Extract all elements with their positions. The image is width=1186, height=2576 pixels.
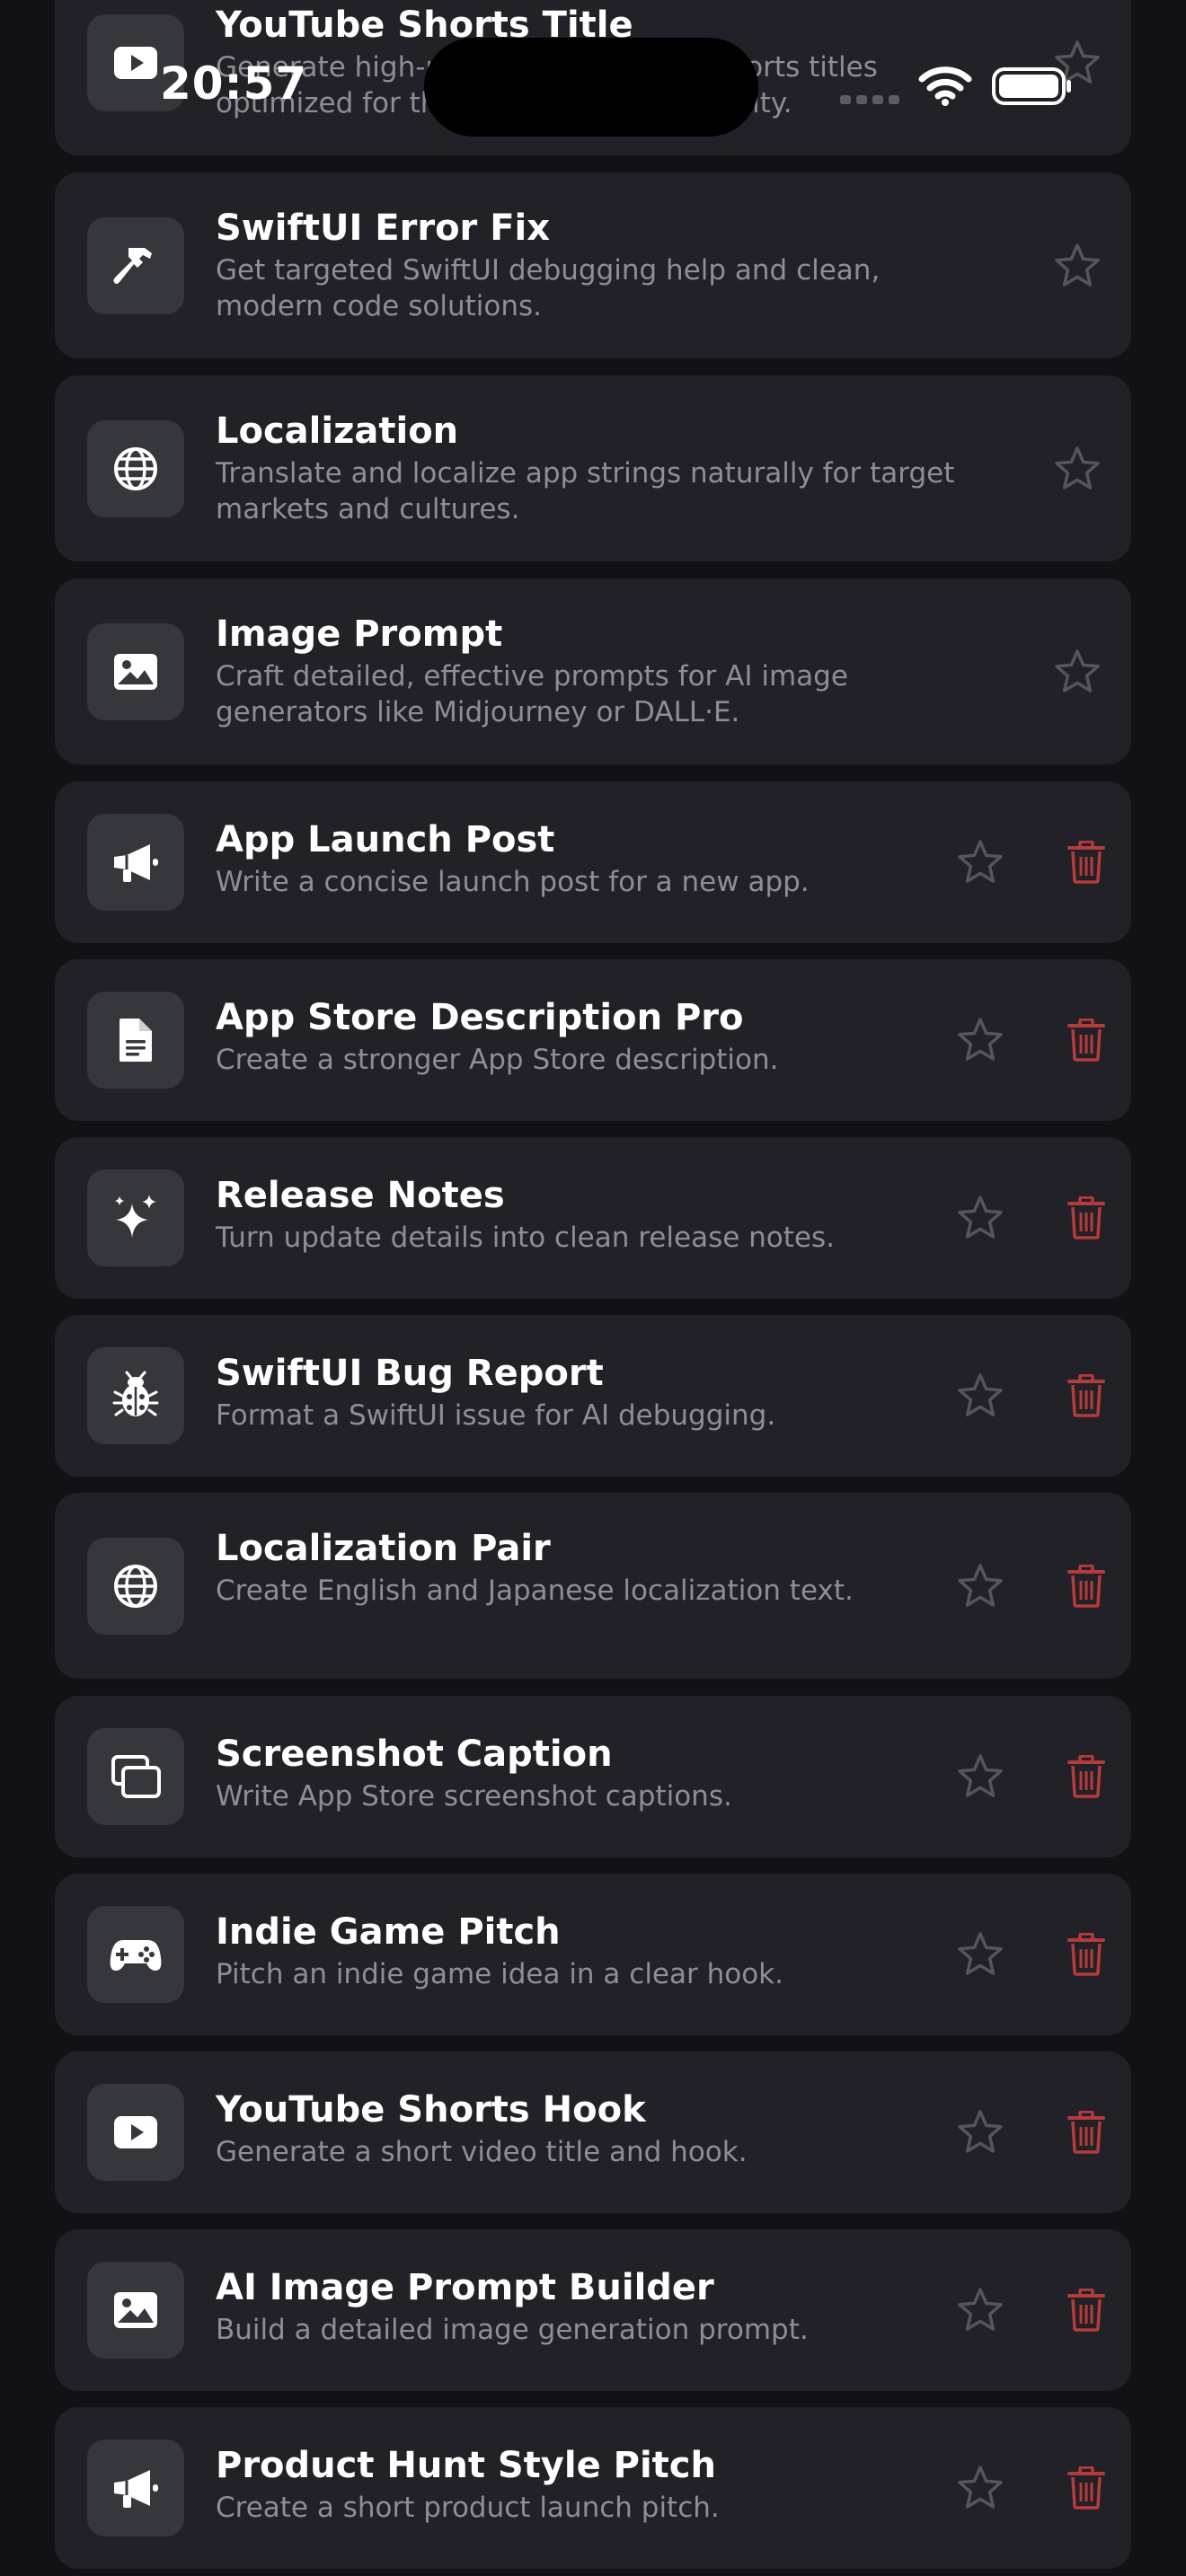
favorite-star-icon[interactable] bbox=[1053, 648, 1102, 696]
favorite-star-icon[interactable] bbox=[956, 838, 1005, 887]
card-title: Localization bbox=[216, 410, 459, 452]
card-text: Localization Pair Create English and Japa… bbox=[216, 1526, 916, 1609]
favorite-star-icon[interactable] bbox=[956, 1930, 1005, 1979]
globe-icon bbox=[87, 1537, 184, 1635]
card-description: Create a short product launch pitch. bbox=[216, 2492, 720, 2524]
delete-trash-icon[interactable] bbox=[1067, 1754, 1106, 1798]
dynamic-island bbox=[424, 38, 758, 137]
template-card[interactable]: App Store Description Pro Create a strong… bbox=[55, 959, 1131, 1121]
play-rectangle-icon bbox=[87, 2084, 184, 2181]
card-title: AI Image Prompt Builder bbox=[216, 2267, 714, 2308]
card-text: SwiftUI Bug Report Format a SwiftUI issue… bbox=[216, 1351, 916, 1434]
card-title: Indie Game Pitch bbox=[216, 1911, 561, 1953]
card-text: AI Image Prompt Builder Build a detailed … bbox=[216, 2265, 916, 2348]
card-text: Release Notes Turn update details into cl… bbox=[216, 1173, 916, 1256]
cellular-signal-icon bbox=[840, 95, 899, 104]
card-description: Create English and Japanese localization… bbox=[216, 1575, 854, 1607]
ladybug-icon bbox=[87, 1347, 184, 1444]
card-text: App Store Description Pro Create a strong… bbox=[216, 995, 916, 1078]
delete-trash-icon[interactable] bbox=[1067, 1018, 1106, 1062]
card-text: Image Prompt Craft detailed, effective pr… bbox=[216, 612, 987, 730]
status-time: 20:57 bbox=[160, 57, 308, 110]
card-title: App Store Description Pro bbox=[216, 997, 744, 1038]
card-text: YouTube Shorts Hook Generate a short vide… bbox=[216, 2087, 916, 2170]
card-title: Screenshot Caption bbox=[216, 1734, 613, 1775]
card-text: Screenshot Caption Write App Store screen… bbox=[216, 1732, 916, 1814]
favorite-star-icon[interactable] bbox=[956, 2464, 1005, 2512]
template-card[interactable]: YouTube Shorts Hook Generate a short vide… bbox=[55, 2051, 1131, 2213]
delete-trash-icon[interactable] bbox=[1067, 1563, 1106, 1608]
card-title: App Launch Post bbox=[216, 819, 555, 860]
megaphone-icon bbox=[87, 2439, 184, 2536]
screenshot-stack-icon bbox=[87, 1728, 184, 1825]
favorite-star-icon[interactable] bbox=[956, 1372, 1005, 1420]
photo-icon bbox=[87, 2262, 184, 2359]
photo-icon bbox=[87, 622, 184, 720]
card-title: YouTube Shorts Hook bbox=[216, 2089, 646, 2130]
template-card[interactable]: Localization Translate and localize app s… bbox=[55, 375, 1131, 561]
card-title: Image Prompt bbox=[216, 613, 503, 655]
screen: YouTube Shorts TitleGenerate high-perfor… bbox=[0, 0, 1186, 2576]
card-description: Craft detailed, effective prompts for AI… bbox=[216, 660, 848, 728]
favorite-star-icon[interactable] bbox=[1053, 445, 1102, 493]
hammer-icon bbox=[87, 216, 184, 314]
favorite-star-icon[interactable] bbox=[956, 2286, 1005, 2334]
battery-icon bbox=[992, 67, 1071, 105]
card-title: Localization Pair bbox=[216, 1528, 551, 1569]
globe-icon bbox=[87, 419, 184, 517]
template-card[interactable]: Localization Pair Create English and Japa… bbox=[55, 1493, 1131, 1679]
delete-trash-icon[interactable] bbox=[1067, 2288, 1106, 2332]
card-description: Turn update details into clean release n… bbox=[216, 1222, 835, 1254]
favorite-star-icon[interactable] bbox=[956, 1752, 1005, 1801]
template-card[interactable]: Product Hunt Style Pitch Create a short p… bbox=[55, 2407, 1131, 2569]
template-card[interactable]: SwiftUI Error Fix Get targeted SwiftUI de… bbox=[55, 172, 1131, 358]
gamecontroller-icon bbox=[87, 1906, 184, 2003]
wifi-icon bbox=[918, 66, 972, 106]
favorite-star-icon[interactable] bbox=[1053, 242, 1102, 290]
card-description: Write App Store screenshot captions. bbox=[216, 1780, 732, 1813]
delete-trash-icon[interactable] bbox=[1067, 840, 1106, 884]
card-description: Generate a short video title and hook. bbox=[216, 2136, 748, 2168]
delete-trash-icon[interactable] bbox=[1067, 2466, 1106, 2510]
card-description: Build a detailed image generation prompt… bbox=[216, 2314, 809, 2346]
card-title: Release Notes bbox=[216, 1175, 505, 1216]
card-title: Product Hunt Style Pitch bbox=[216, 2445, 716, 2486]
template-card[interactable]: Indie Game Pitch Pitch an indie game idea… bbox=[55, 1874, 1131, 2035]
card-title: SwiftUI Error Fix bbox=[216, 207, 551, 249]
template-card[interactable]: Screenshot Caption Write App Store screen… bbox=[55, 1696, 1131, 1857]
favorite-star-icon[interactable] bbox=[956, 1194, 1005, 1242]
delete-trash-icon[interactable] bbox=[1067, 1373, 1106, 1417]
card-text: SwiftUI Error Fix Get targeted SwiftUI de… bbox=[216, 206, 987, 324]
template-card[interactable]: AI Image Prompt Builder Build a detailed … bbox=[55, 2229, 1131, 2391]
delete-trash-icon[interactable] bbox=[1067, 2110, 1106, 2154]
template-card[interactable]: Image Prompt Craft detailed, effective pr… bbox=[55, 578, 1131, 764]
card-text: Localization Translate and localize app s… bbox=[216, 409, 987, 527]
template-card[interactable]: SwiftUI Bug Report Format a SwiftUI issue… bbox=[55, 1315, 1131, 1477]
sparkles-icon bbox=[87, 1169, 184, 1266]
delete-trash-icon[interactable] bbox=[1067, 1195, 1106, 1239]
card-text: Product Hunt Style Pitch Create a short p… bbox=[216, 2443, 916, 2526]
card-text: Indie Game Pitch Pitch an indie game idea… bbox=[216, 1910, 916, 1992]
card-description: Get targeted SwiftUI debugging help and … bbox=[216, 254, 881, 322]
card-description: Format a SwiftUI issue for AI debugging. bbox=[216, 1399, 776, 1432]
favorite-star-icon[interactable] bbox=[956, 1016, 1005, 1064]
delete-trash-icon[interactable] bbox=[1067, 1932, 1106, 1976]
card-description: Pitch an indie game idea in a clear hook… bbox=[216, 1958, 783, 1990]
card-description: Translate and localize app strings natur… bbox=[216, 457, 955, 525]
card-title: SwiftUI Bug Report bbox=[216, 1353, 604, 1394]
favorite-star-icon[interactable] bbox=[956, 1562, 1005, 1610]
card-description: Create a stronger App Store description. bbox=[216, 1044, 779, 1076]
template-card[interactable]: Release Notes Turn update details into cl… bbox=[55, 1137, 1131, 1299]
document-icon bbox=[87, 992, 184, 1089]
megaphone-icon bbox=[87, 814, 184, 911]
card-text: App Launch Post Write a concise launch po… bbox=[216, 817, 916, 900]
template-card[interactable]: App Launch Post Write a concise launch po… bbox=[55, 781, 1131, 943]
card-description: Write a concise launch post for a new ap… bbox=[216, 866, 810, 898]
favorite-star-icon[interactable] bbox=[956, 2108, 1005, 2157]
